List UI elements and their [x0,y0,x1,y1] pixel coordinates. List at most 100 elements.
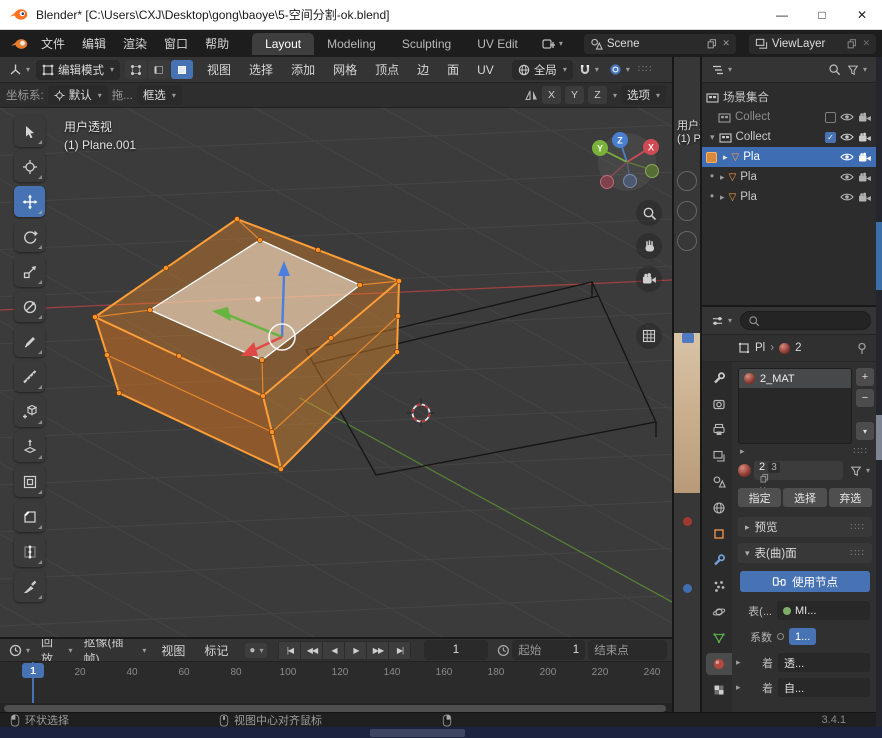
copy-icon[interactable] [759,473,770,484]
snap-toggle-button[interactable]: ▾ [575,62,603,78]
clock-icon[interactable] [497,644,510,657]
jump-to-start-button[interactable]: |◀ [279,642,300,659]
viewlayer-selector[interactable]: ViewLayer ✕ [749,34,876,54]
proportional-edit-button[interactable]: ▾ [605,61,634,78]
panel-grip[interactable]: ∷∷ [850,522,865,533]
tool-extrude-button[interactable] [14,431,45,462]
pan-hand-icon[interactable] [636,233,662,259]
viewport-canvas[interactable]: Z X Y [0,108,672,637]
remove-material-slot-button[interactable]: − [856,389,874,407]
menu-render[interactable]: 渲染 [115,32,155,55]
tool-rotate-button[interactable] [14,221,45,252]
mirror-y-button[interactable]: Y [565,86,584,104]
panel-grip[interactable]: ∷∷ [850,548,865,559]
jump-to-end-button[interactable]: ▶| [389,642,410,659]
expand-caret-icon[interactable]: ▸ [720,172,725,183]
material-filter-button[interactable]: ▾ [846,463,874,479]
editor-type-button[interactable]: ▾ [5,61,34,78]
camera-view-icon[interactable] [636,266,662,292]
close-button[interactable]: ✕ [842,0,882,30]
camera-visibility-icon[interactable] [858,132,872,143]
menu-add[interactable]: 添加 [283,58,323,81]
expand-icon[interactable]: ▸ [736,682,744,693]
maximize-button[interactable]: □ [802,0,842,30]
pin-icon[interactable] [856,342,868,355]
object-row-selected[interactable]: ▸ ▽ Pla [702,147,876,167]
use-nodes-button[interactable]: 使用节点 [740,571,870,592]
tool-move-button[interactable] [14,186,45,217]
tool-select-box-button[interactable] [14,116,45,147]
camera-visibility-icon[interactable] [858,112,872,123]
exclude-checkbox[interactable]: ✓ [825,132,836,143]
object-row[interactable]: • ▸ ▽ Pla [702,167,876,187]
current-frame-field[interactable]: 1 [424,640,487,660]
tab-particles[interactable] [706,575,732,597]
camera-visibility-icon[interactable] [858,192,872,203]
tab-material[interactable] [706,653,732,675]
surface-panel-header[interactable]: ▾ 表(曲)面 ∷∷ [738,543,872,563]
menu-face[interactable]: 面 [439,58,467,81]
material-name-field[interactable]: 2 3 ✕ [754,461,843,480]
zoom-icon[interactable] [636,200,662,226]
playhead-badge[interactable]: 1 [22,663,44,678]
scrollbar-thumb[interactable] [4,705,666,712]
play-reverse-button[interactable]: ◀ [323,642,344,659]
tool-bevel-button[interactable] [14,501,45,532]
surface-shader-dropdown[interactable]: MI... [777,601,870,620]
narrow-camera-icon[interactable] [677,231,697,251]
mode-selector[interactable]: 编辑模式 ▾ [36,60,120,80]
hide-eye-icon[interactable] [840,192,854,202]
tool-knife-button[interactable] [14,571,45,602]
tool-transform-button[interactable] [14,291,45,322]
frame-start-field[interactable]: 起始 1 [512,640,585,660]
new-viewlayer-icon[interactable] [846,38,858,50]
tab-sculpting[interactable]: Sculpting [389,33,464,55]
list-grip[interactable]: ∷∷ [853,446,868,457]
collection-row[interactable]: ▾ Collect ✓ [702,127,876,147]
menu-select[interactable]: 选择 [241,58,281,81]
options-dropdown[interactable]: 选项 ▾ [621,85,666,105]
tab-render[interactable] [706,393,732,415]
menu-vertex[interactable]: 顶点 [367,58,407,81]
exclude-checkbox[interactable] [825,112,836,123]
ortho-grid-icon[interactable] [636,323,662,349]
add-workspace-button[interactable]: ▾ [538,36,567,52]
tool-annotate-button[interactable] [14,326,45,357]
hide-eye-icon[interactable] [840,152,854,162]
expand-caret-icon[interactable]: ▾ [710,132,715,143]
properties-search-input[interactable] [740,311,871,330]
menu-view[interactable]: 视图 [199,58,239,81]
new-scene-icon[interactable] [706,38,718,50]
remove-viewlayer-icon[interactable]: ✕ [862,38,870,49]
edge-select-button[interactable] [148,60,170,79]
assign-button[interactable]: 指定 [738,488,781,507]
vertex-select-button[interactable] [125,60,147,79]
menu-file[interactable]: 文件 [33,32,73,55]
viewport-body[interactable]: Z X Y 用户透视 (1) Plane.001 [0,108,672,637]
menu-mesh[interactable]: 网格 [325,58,365,81]
material-slot-item[interactable]: 2_MAT [739,369,851,388]
menu-edge[interactable]: 边 [409,58,437,81]
object-row[interactable]: • ▸ ▽ Pla [702,187,876,207]
expand-caret-icon[interactable]: ▸ [720,192,725,203]
caret-down-icon[interactable]: ▾ [613,91,617,100]
hide-eye-icon[interactable] [840,172,854,182]
frame-end-field[interactable]: 结束点 [588,640,667,660]
camera-visibility-icon[interactable] [858,172,872,183]
tool-loopcut-button[interactable] [14,536,45,567]
tab-modifiers[interactable] [706,549,732,571]
minimize-button[interactable]: — [762,0,802,30]
playback-menu[interactable]: 回放 ▾ [37,639,76,662]
menu-edit[interactable]: 编辑 [74,32,114,55]
hide-eye-icon[interactable] [840,112,854,122]
tab-modeling[interactable]: Modeling [314,33,389,55]
tab-output[interactable] [706,419,732,441]
narrow-zoom-icon[interactable] [677,171,697,191]
tool-add-cube-button[interactable] [14,396,45,427]
select-mode-selector[interactable]: 框选 ▾ [137,85,182,105]
factor-slider[interactable]: 1... [789,628,816,645]
menu-help[interactable]: 帮助 [197,32,237,55]
expand-caret-icon[interactable]: ▸ [723,152,728,163]
timeline-editor-button[interactable]: ▾ [5,642,34,659]
shader-a-dropdown[interactable]: 透... [778,653,870,672]
